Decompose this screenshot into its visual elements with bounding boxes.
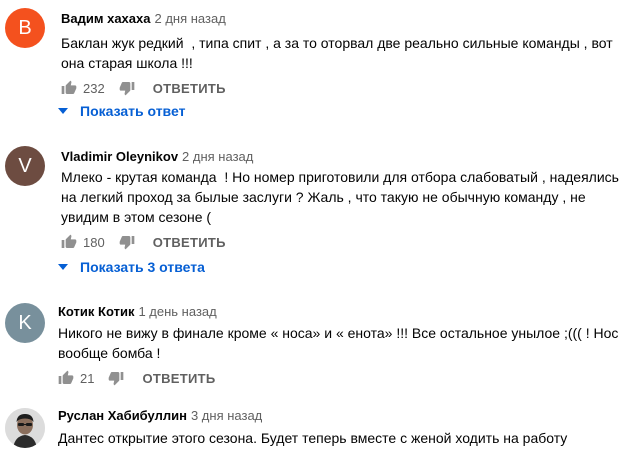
comment-item: Руслан Хабибуллин 3 дня назад Дантес откр… xyxy=(0,404,644,450)
thumb-down-icon[interactable] xyxy=(108,370,124,386)
comment-item: B Вадим хахаха 2 дня назад Баклан жук ред… xyxy=(0,0,644,125)
thumb-up-icon[interactable] xyxy=(61,80,77,96)
avatar-letter: K xyxy=(18,311,32,334)
comment-header: Vladimir Oleynikov 2 дня назад xyxy=(61,149,253,164)
comment-date[interactable]: 2 дня назад xyxy=(154,11,225,26)
show-replies-label: Показать ответ xyxy=(80,103,186,119)
user-photo-icon xyxy=(5,408,45,448)
comment-header: Руслан Хабибуллин 3 дня назад xyxy=(58,408,262,423)
avatar[interactable]: V xyxy=(5,146,45,186)
reply-button[interactable]: ОТВЕТИТЬ xyxy=(153,235,226,250)
comment-author[interactable]: Vladimir Oleynikov xyxy=(61,149,178,164)
caret-down-icon xyxy=(58,264,68,270)
comment-text: Дантес открытие этого сезона. Будет тепе… xyxy=(58,430,568,446)
show-replies-button[interactable]: Показать ответ xyxy=(58,103,185,119)
comment-header: Котик Котик 1 день назад xyxy=(58,304,217,319)
comment-author[interactable]: Вадим хахаха xyxy=(61,11,150,26)
show-replies-label: Показать 3 ответа xyxy=(80,259,205,275)
comment-toolbar: 232 ОТВЕТИТЬ xyxy=(61,78,226,98)
like-count: 180 xyxy=(83,234,105,250)
thumb-down-icon[interactable] xyxy=(119,234,135,250)
thumb-down-icon[interactable] xyxy=(119,80,135,96)
show-replies-button[interactable]: Показать 3 ответа xyxy=(58,259,205,275)
comment-item: K Котик Котик 1 день назад Никого не вижу… xyxy=(0,298,644,393)
thumb-up-icon[interactable] xyxy=(58,370,74,386)
avatar-letter: B xyxy=(18,16,32,39)
comment-date[interactable]: 2 дня назад xyxy=(182,149,253,164)
comment-text: Никого не вижу в финале кроме « носа» и … xyxy=(58,325,623,361)
avatar[interactable] xyxy=(5,408,45,448)
comment-date[interactable]: 3 дня назад xyxy=(191,408,262,423)
avatar-letter: V xyxy=(18,154,32,177)
like-count: 232 xyxy=(83,80,105,96)
comment-author[interactable]: Руслан Хабибуллин xyxy=(58,408,187,423)
comment-text: Баклан жук редкий , типа спит , а за то … xyxy=(61,35,617,71)
caret-down-icon xyxy=(58,108,68,114)
avatar[interactable]: B xyxy=(5,8,45,48)
comment-toolbar: 21 ОТВЕТИТЬ xyxy=(58,368,216,388)
comment-header: Вадим хахаха 2 дня назад xyxy=(61,11,226,26)
comment-author[interactable]: Котик Котик xyxy=(58,304,134,319)
comment-item: V Vladimir Oleynikov 2 дня назад Млеко - … xyxy=(0,140,644,285)
like-count: 21 xyxy=(80,370,95,386)
comment-text: Млеко - крутая команда ! Но номер пригот… xyxy=(61,169,623,225)
thumb-up-icon[interactable] xyxy=(61,234,77,250)
comment-date[interactable]: 1 день назад xyxy=(138,304,216,319)
reply-button[interactable]: ОТВЕТИТЬ xyxy=(153,81,226,96)
avatar[interactable]: K xyxy=(5,303,45,343)
reply-button[interactable]: ОТВЕТИТЬ xyxy=(142,371,215,386)
comment-toolbar: 180 ОТВЕТИТЬ xyxy=(61,232,226,252)
